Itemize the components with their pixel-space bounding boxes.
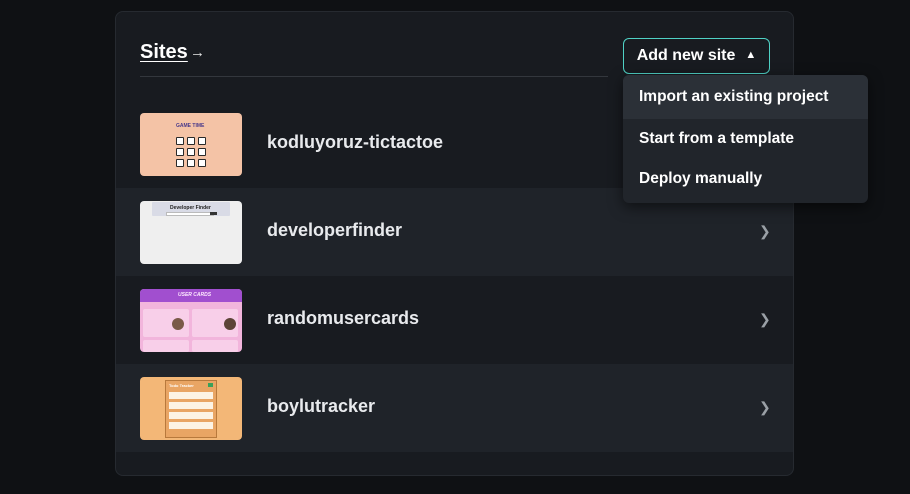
menu-item-deploy-manually[interactable]: Deploy manually <box>623 159 868 199</box>
site-row[interactable]: USER CARDS randomusercards ❯ <box>116 276 793 364</box>
site-thumbnail: Developer Finder <box>140 201 242 264</box>
site-name: boylutracker <box>267 396 376 416</box>
thumb-search <box>166 212 214 216</box>
thumb-card <box>165 380 217 438</box>
site-thumbnail: USER CARDS <box>140 289 242 352</box>
tictactoe-grid <box>176 137 206 167</box>
thumb-title: Developer Finder <box>170 205 211 211</box>
arrow-right-icon: → <box>190 44 205 61</box>
thumb-button <box>210 212 217 215</box>
chevron-right-icon: ❯ <box>759 311 771 327</box>
add-new-site-label: Add new site <box>636 47 736 64</box>
thumb-title: USER CARDS <box>178 292 212 298</box>
site-thumbnail: Todo Tracker <box>140 377 242 440</box>
thumb-list-item <box>169 412 213 419</box>
thumb-button <box>208 383 213 387</box>
site-thumbnail: GAME TIME <box>140 113 242 176</box>
site-name: kodluyoruz-tictactoe <box>267 132 444 152</box>
sites-title-link[interactable]: Sites <box>140 41 188 64</box>
menu-item-start-from-template[interactable]: Start from a template <box>623 119 868 159</box>
chevron-right-icon: ❯ <box>759 223 771 239</box>
sites-header: Sites → <box>140 40 608 77</box>
thumb-list-item <box>169 392 213 399</box>
thumb-list-item <box>169 402 213 409</box>
add-site-dropdown-menu: Import an existing project Start from a … <box>623 75 868 203</box>
menu-item-import-existing-project[interactable]: Import an existing project <box>623 75 868 119</box>
thumb-title: GAME TIME <box>176 123 205 129</box>
site-name: randomusercards <box>267 308 420 328</box>
avatar <box>172 318 184 330</box>
site-name: developerfinder <box>267 220 403 240</box>
chevron-up-icon: ▲ <box>745 49 757 61</box>
thumb-title: Todo Tracker <box>169 383 194 388</box>
thumb-card <box>192 340 238 352</box>
avatar <box>224 318 236 330</box>
chevron-right-icon: ❯ <box>759 399 771 415</box>
thumb-card <box>143 340 189 352</box>
thumb-list-item <box>169 422 213 429</box>
site-row[interactable]: Todo Tracker boylutracker ❯ <box>116 364 793 452</box>
add-new-site-button[interactable]: Add new site ▲ <box>623 38 770 74</box>
